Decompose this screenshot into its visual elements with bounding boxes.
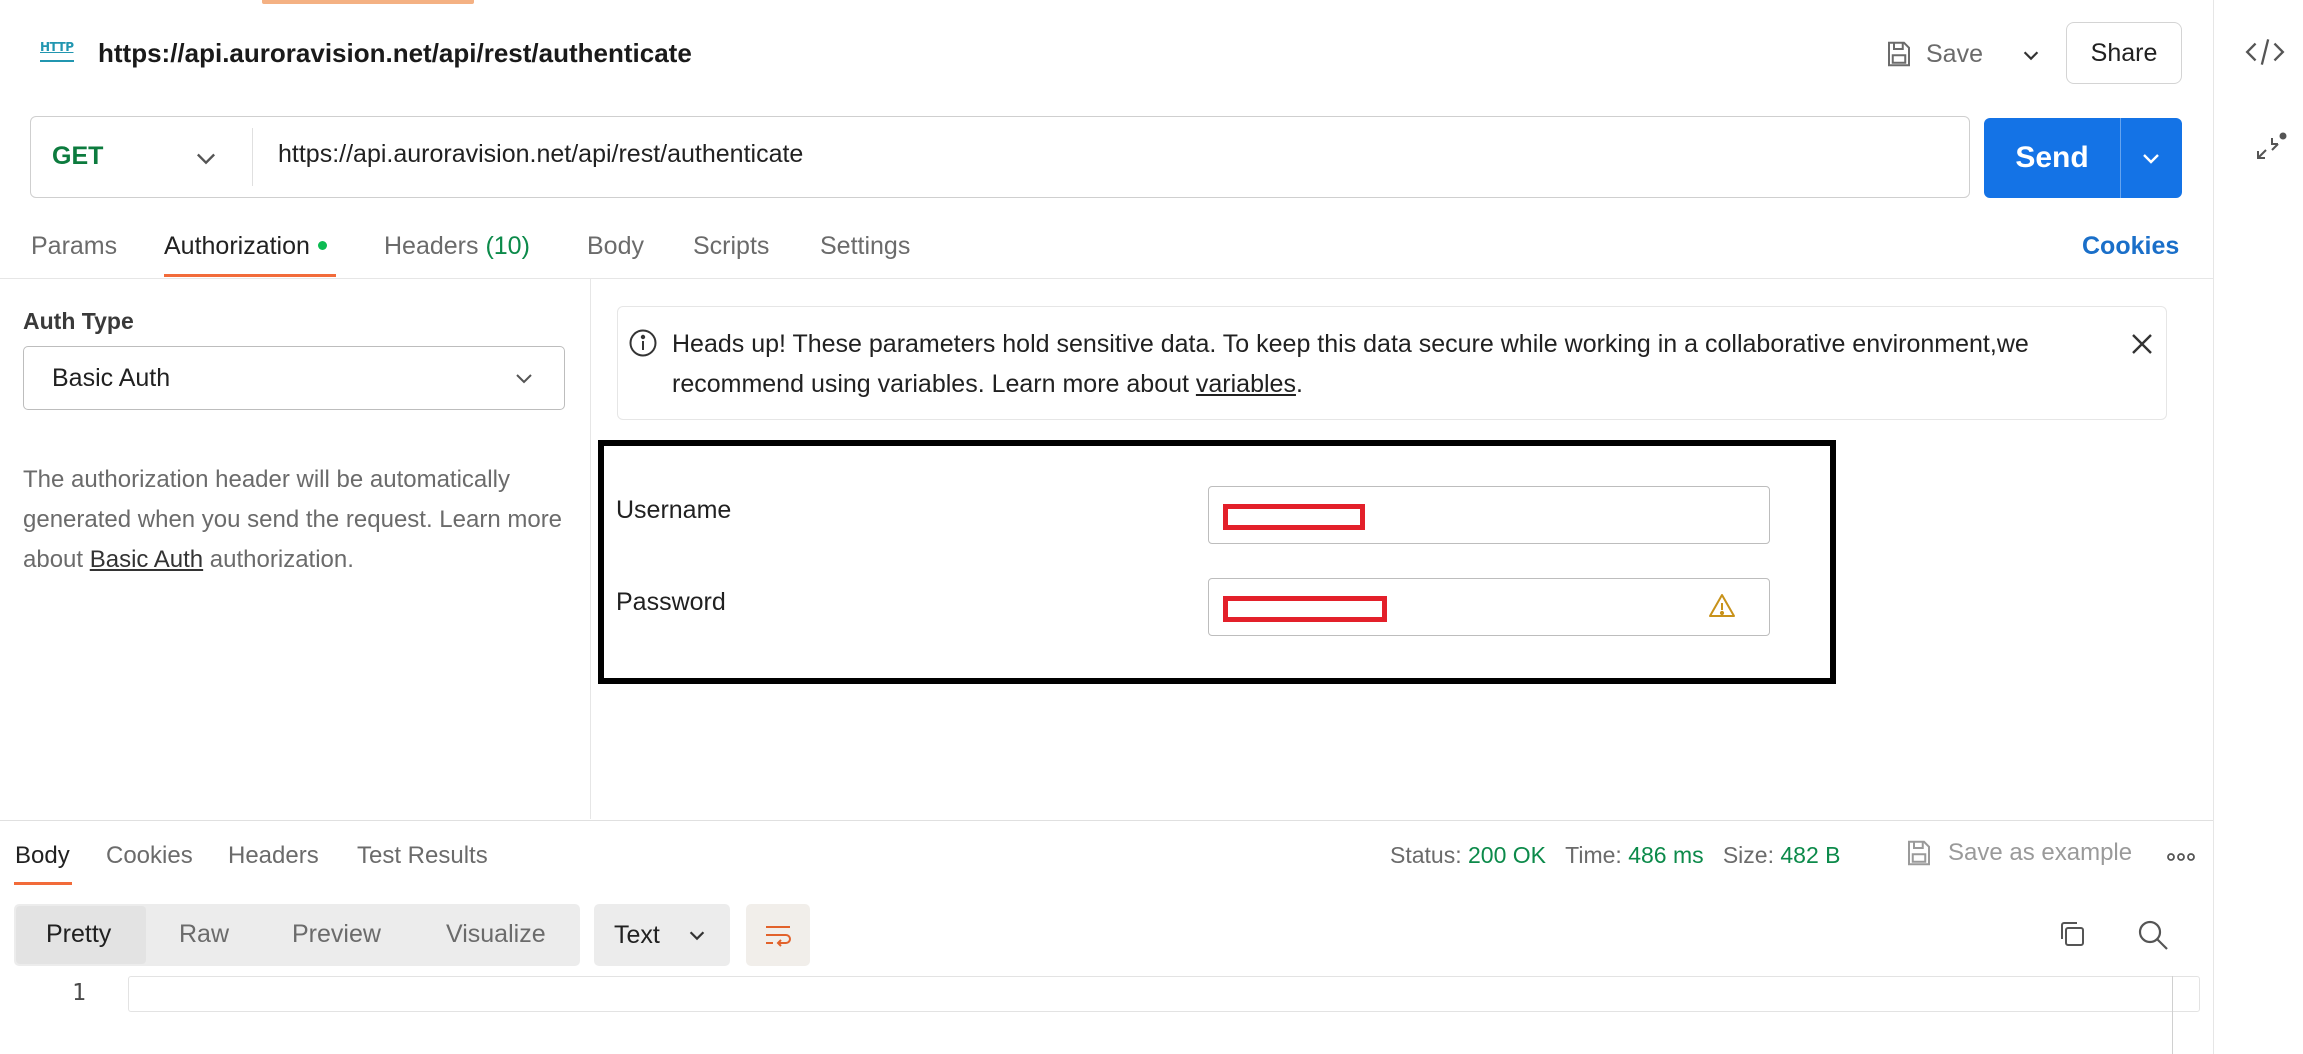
method-select[interactable]: GET	[52, 142, 103, 171]
auth-type-value: Basic Auth	[52, 363, 171, 392]
response-tab-headers[interactable]: Headers	[228, 842, 319, 870]
send-button[interactable]: Send	[1984, 118, 2182, 198]
format-select[interactable]: Text	[594, 904, 730, 966]
auth-type-select[interactable]: Basic Auth	[23, 346, 565, 410]
url-input[interactable]: https://api.auroravision.net/api/rest/au…	[278, 140, 803, 169]
http-request-icon: HTTP	[40, 38, 74, 68]
collapse-arrows-icon[interactable]	[2250, 128, 2290, 168]
size-value[interactable]: 482 B	[1780, 842, 1840, 868]
tab-body[interactable]: Body	[587, 232, 644, 261]
send-label: Send	[2015, 141, 2089, 174]
save-options-chevron[interactable]	[2008, 32, 2054, 78]
active-response-tab-underline	[14, 882, 72, 885]
password-label: Password	[616, 588, 726, 616]
response-divider	[0, 820, 2213, 821]
tabs-divider	[0, 278, 2213, 279]
tab-params[interactable]: Params	[31, 232, 117, 261]
editor-scrollbar[interactable]	[2172, 976, 2173, 1054]
chevron-down-icon	[2023, 51, 2039, 61]
headers-count: (10)	[485, 232, 530, 260]
time-value[interactable]: 486 ms	[1628, 842, 1703, 868]
warning-icon	[1708, 592, 1736, 620]
pane-divider	[590, 279, 591, 819]
response-tab-body[interactable]: Body	[15, 842, 70, 870]
view-pretty[interactable]: Pretty	[46, 920, 111, 949]
copy-icon[interactable]	[2056, 918, 2088, 950]
active-tab-underline	[164, 274, 336, 277]
chevron-down-icon	[689, 931, 705, 941]
response-status-line: Status: 200 OK Time: 486 ms Size: 482 B	[1390, 842, 1841, 868]
credentials-highlight-box	[598, 440, 1836, 684]
response-tab-test-results[interactable]: Test Results	[357, 842, 488, 870]
url-divider	[252, 128, 253, 186]
send-options-chevron[interactable]	[2121, 146, 2181, 170]
right-rail-divider	[2213, 0, 2214, 1054]
basic-auth-link[interactable]: Basic Auth	[90, 546, 203, 573]
password-field[interactable]	[1208, 578, 1770, 636]
response-body-editor[interactable]	[128, 976, 2200, 1012]
status-value[interactable]: 200 OK	[1468, 842, 1546, 868]
save-button[interactable]: Save	[1884, 30, 1983, 78]
search-icon[interactable]	[2136, 918, 2170, 952]
save-icon	[1888, 41, 1910, 67]
code-icon[interactable]	[2244, 34, 2286, 70]
cookies-link[interactable]: Cookies	[2082, 232, 2179, 261]
redaction-box	[1223, 504, 1365, 530]
chevron-down-icon	[2143, 154, 2159, 164]
wrap-lines-icon	[766, 926, 791, 947]
view-raw[interactable]: Raw	[179, 920, 229, 949]
top-tab-accent	[262, 0, 474, 4]
close-icon[interactable]	[2128, 330, 2156, 358]
tab-headers[interactable]: Headers (10)	[384, 232, 530, 261]
line-number: 1	[72, 980, 86, 1006]
more-options-icon[interactable]	[2166, 850, 2196, 864]
chevron-down-icon	[516, 374, 532, 384]
auth-type-label: Auth Type	[23, 308, 134, 334]
save-icon	[1908, 840, 1930, 866]
auth-description: The authorization header will be automat…	[23, 466, 563, 573]
view-visualize[interactable]: Visualize	[446, 920, 546, 949]
request-title[interactable]: https://api.auroravision.net/api/rest/au…	[98, 38, 692, 69]
banner-text: Heads up! These parameters hold sensitiv…	[672, 330, 2029, 398]
variables-link[interactable]: variables	[1196, 370, 1296, 398]
chevron-down-icon[interactable]	[192, 144, 220, 172]
username-label: Username	[616, 496, 732, 524]
modified-dot	[317, 240, 327, 250]
redaction-box	[1223, 596, 1387, 622]
response-tab-cookies[interactable]: Cookies	[106, 842, 193, 870]
save-label: Save	[1926, 39, 1983, 68]
save-as-example-button[interactable]: Save as example	[1904, 838, 2132, 868]
tab-authorization[interactable]: Authorization	[164, 232, 327, 261]
tab-settings[interactable]: Settings	[820, 232, 910, 261]
tab-scripts[interactable]: Scripts	[693, 232, 769, 261]
view-preview[interactable]: Preview	[292, 920, 381, 949]
username-field[interactable]	[1208, 486, 1770, 544]
info-icon	[628, 328, 658, 358]
share-button[interactable]: Share	[2066, 22, 2182, 84]
wrap-lines-button[interactable]	[746, 904, 810, 966]
